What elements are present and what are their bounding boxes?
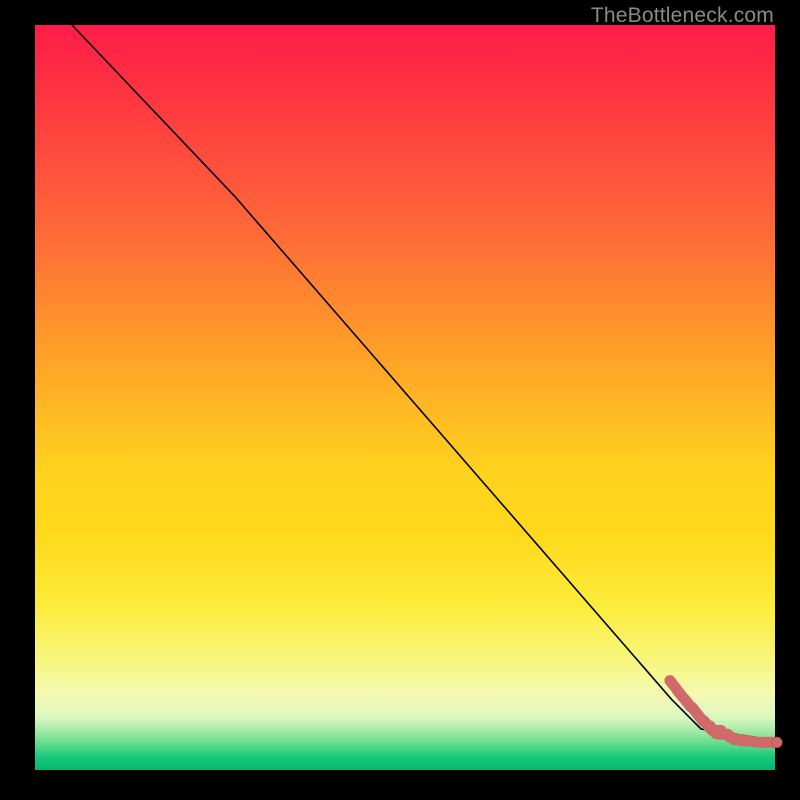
chart-point — [772, 737, 783, 748]
chart-curve — [72, 25, 775, 740]
chart-overlay — [35, 25, 775, 770]
chart-frame: TheBottleneck.com — [0, 0, 800, 800]
